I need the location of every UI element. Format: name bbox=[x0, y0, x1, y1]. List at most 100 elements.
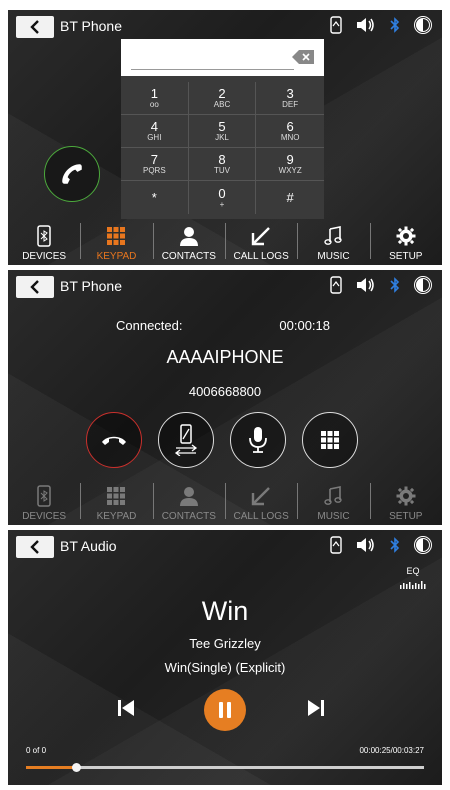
brightness-icon[interactable] bbox=[414, 536, 432, 554]
nav-item-setup[interactable]: SETUP bbox=[369, 479, 442, 525]
back-button[interactable] bbox=[16, 536, 54, 558]
keypad-key[interactable]: * bbox=[121, 181, 189, 214]
nav-label: KEYPAD bbox=[96, 511, 137, 522]
nav-item-keypad[interactable]: KEYPAD bbox=[80, 219, 152, 265]
eq-button[interactable]: EQ bbox=[400, 566, 426, 594]
progress-bar[interactable] bbox=[26, 763, 424, 772]
keypad-key[interactable]: 1 oo bbox=[121, 82, 189, 115]
nav-label: DEVICES bbox=[22, 251, 67, 262]
nav-item-call-logs[interactable]: CALL LOGS bbox=[224, 219, 297, 265]
music-note-icon bbox=[324, 224, 343, 248]
key-digit: 0 bbox=[218, 185, 226, 201]
key-letters: GHI bbox=[147, 133, 162, 142]
bluetooth-icon bbox=[390, 17, 400, 33]
keypad-key[interactable]: 8 TUV bbox=[188, 148, 257, 181]
key-digit: 2 bbox=[218, 86, 226, 101]
call-button[interactable] bbox=[44, 146, 100, 202]
status-bar: BT Audio bbox=[8, 530, 442, 562]
nav-item-contacts[interactable]: CONTACTS bbox=[152, 479, 225, 525]
progress-knob[interactable] bbox=[71, 763, 81, 772]
keypad-key[interactable]: 7 PQRS bbox=[121, 148, 189, 181]
nav-item-contacts[interactable]: CONTACTS bbox=[152, 219, 225, 265]
nav-label: MUSIC bbox=[317, 511, 350, 522]
nav-item-call-logs[interactable]: CALL LOGS bbox=[224, 479, 297, 525]
backspace-icon[interactable] bbox=[292, 50, 314, 69]
phone-device-icon bbox=[37, 224, 51, 248]
nav-item-keypad[interactable]: KEYPAD bbox=[80, 479, 152, 525]
keypad-key[interactable]: 9 WXYZ bbox=[256, 148, 324, 181]
back-button[interactable] bbox=[16, 276, 54, 298]
next-track-button[interactable] bbox=[306, 698, 326, 723]
key-letters: ABC bbox=[213, 100, 231, 109]
back-button[interactable] bbox=[16, 16, 54, 38]
key-letters: TUV bbox=[213, 166, 230, 175]
bt-phone-keypad-screen: BT Phone 1 oo 2 ABC 3 DEF 4 GHI 5 JKL 6 MNO 7 PQRS 8 TU… bbox=[8, 10, 442, 265]
keypad-grid-icon bbox=[321, 431, 339, 449]
transfer-to-phone-button[interactable] bbox=[158, 412, 214, 468]
keypad-key[interactable]: 6 MNO bbox=[256, 115, 324, 148]
keypad-key[interactable]: 2 ABC bbox=[188, 82, 257, 115]
volume-icon[interactable] bbox=[356, 17, 376, 33]
keypad-grid-icon bbox=[106, 484, 126, 508]
call-status: Connected: bbox=[116, 318, 183, 333]
bluetooth-icon bbox=[390, 277, 400, 293]
album-name: Win(Single) (Explicit) bbox=[164, 660, 286, 675]
nav-item-devices[interactable]: DEVICES bbox=[8, 219, 80, 265]
key-digit: 3 bbox=[286, 86, 294, 101]
screen-title: BT Audio bbox=[60, 538, 117, 554]
nav-label: SETUP bbox=[389, 251, 423, 262]
phone-status-icon bbox=[330, 276, 342, 294]
bottom-nav: DEVICES KEYPAD CONTACTS CALL LOGS MUSIC SETUP bbox=[8, 219, 442, 265]
bt-audio-screen: BT Audio EQ Win Tee Grizzley Win(Single)… bbox=[8, 530, 442, 785]
eq-label: EQ bbox=[406, 566, 420, 576]
nav-item-music[interactable]: MUSIC bbox=[297, 219, 369, 265]
nav-label: KEYPAD bbox=[96, 251, 137, 262]
back-arrow-icon bbox=[30, 20, 39, 34]
dial-number-display[interactable] bbox=[121, 39, 324, 76]
track-count: 0 of 0 bbox=[26, 746, 47, 755]
dial-keypad: 1 oo 2 ABC 3 DEF 4 GHI 5 JKL 6 MNO 7 PQRS 8 TUV 9 WXYZ * 0 +… bbox=[121, 39, 324, 219]
phone-transfer-icon bbox=[174, 424, 198, 456]
key-digit: 1 bbox=[150, 86, 158, 101]
keypad-key[interactable]: 4 GHI bbox=[121, 115, 189, 148]
pause-button[interactable] bbox=[204, 689, 246, 731]
previous-track-button[interactable] bbox=[116, 698, 136, 723]
call-log-arrow-icon bbox=[251, 224, 271, 248]
phone-device-icon bbox=[37, 484, 51, 508]
equalizer-icon bbox=[400, 581, 426, 589]
brightness-icon[interactable] bbox=[414, 16, 432, 34]
handset-icon bbox=[62, 164, 82, 184]
end-call-button[interactable] bbox=[86, 412, 142, 468]
screen-title: BT Phone bbox=[60, 278, 123, 294]
keypad-key[interactable]: 0 + bbox=[189, 181, 257, 214]
key-digit: * bbox=[151, 190, 157, 205]
progress-fill bbox=[26, 766, 76, 769]
nav-label: SETUP bbox=[389, 511, 423, 522]
nav-item-setup[interactable]: SETUP bbox=[369, 219, 442, 265]
keypad-button[interactable] bbox=[302, 412, 358, 468]
phone-status-icon bbox=[330, 536, 342, 554]
key-digit: 7 bbox=[150, 152, 158, 167]
mute-button[interactable] bbox=[230, 412, 286, 468]
volume-icon[interactable] bbox=[356, 277, 376, 293]
nav-item-music[interactable]: MUSIC bbox=[297, 479, 369, 525]
keypad-key[interactable]: 3 DEF bbox=[256, 82, 324, 115]
nav-label: CONTACTS bbox=[161, 251, 216, 262]
back-arrow-icon bbox=[30, 280, 39, 294]
key-letters: PQRS bbox=[142, 166, 166, 175]
keypad-key[interactable]: 5 JKL bbox=[188, 115, 257, 148]
key-digit: 4 bbox=[150, 119, 158, 134]
microphone-icon bbox=[249, 427, 267, 453]
bluetooth-icon bbox=[390, 537, 400, 553]
key-letters: JKL bbox=[215, 133, 229, 142]
hang-up-icon bbox=[102, 436, 126, 445]
back-arrow-icon bbox=[30, 540, 39, 554]
gear-icon bbox=[396, 484, 416, 508]
key-digit: 8 bbox=[218, 152, 226, 167]
key-digit: 6 bbox=[286, 119, 294, 134]
keypad-key[interactable]: # bbox=[256, 181, 324, 214]
nav-item-devices[interactable]: DEVICES bbox=[8, 479, 80, 525]
pause-icon bbox=[219, 702, 231, 718]
brightness-icon[interactable] bbox=[414, 276, 432, 294]
volume-icon[interactable] bbox=[356, 537, 376, 553]
